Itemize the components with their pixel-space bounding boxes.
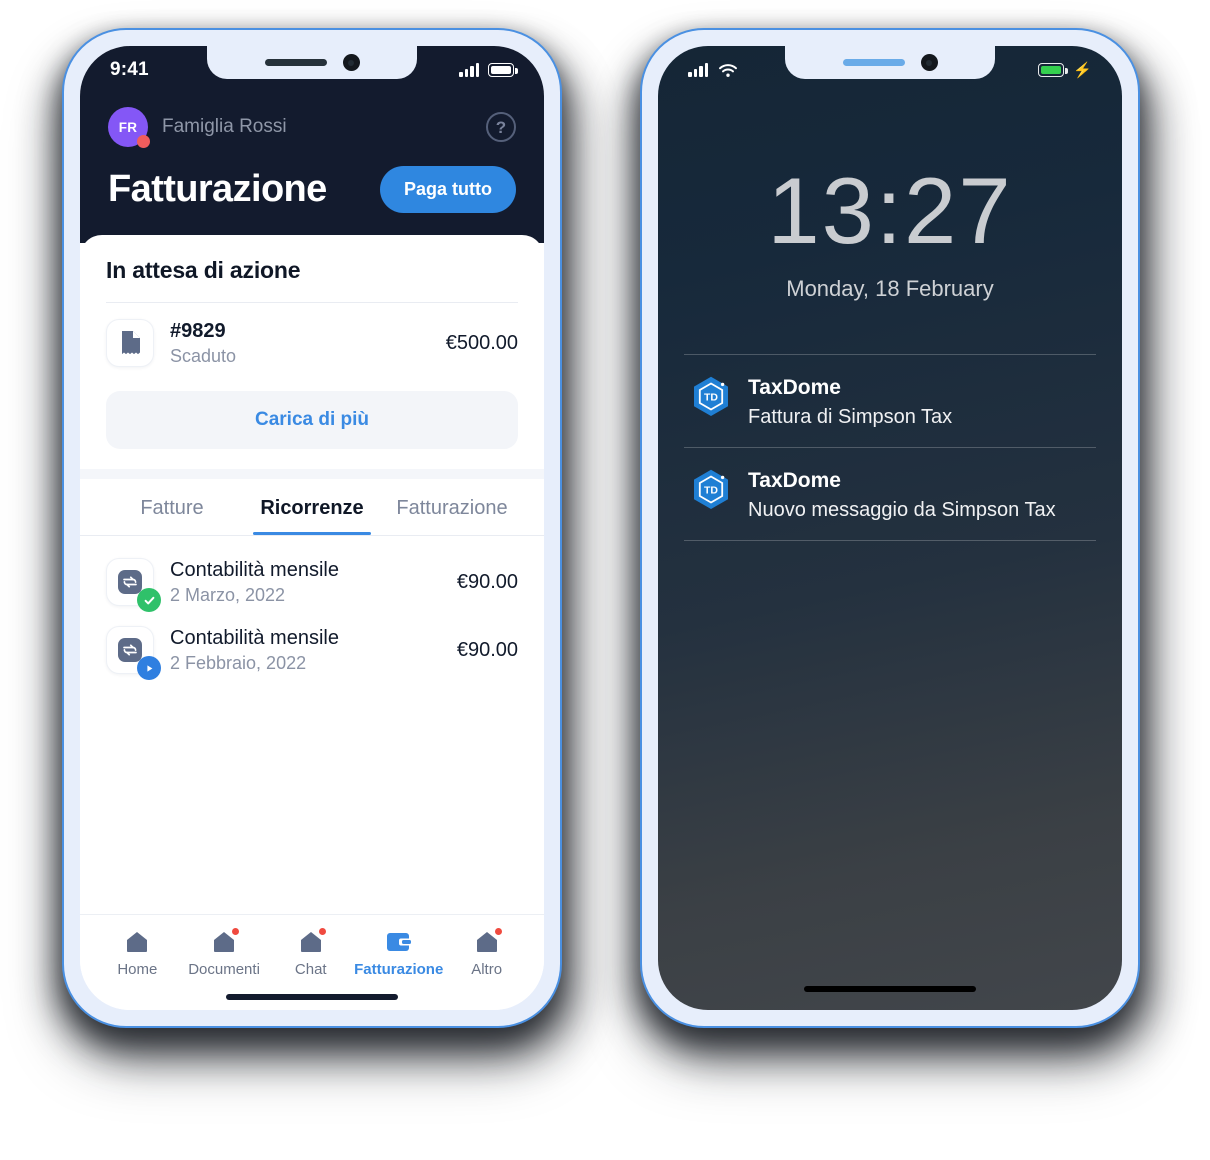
list-item[interactable]: Contabilità mensile 2 Febbraio, 2022 €90… — [106, 616, 518, 684]
home-indicator[interactable] — [804, 986, 976, 992]
tab-ricorrenze[interactable]: Ricorrenze — [242, 479, 382, 535]
right-phone-screen: ⚡ 13:27 Monday, 18 February TD TaxDome F… — [658, 46, 1122, 1010]
documents-icon — [209, 928, 240, 955]
notification-list: TD TaxDome Fattura di Simpson Tax TD Tax… — [684, 354, 1096, 541]
svg-text:TD: TD — [704, 485, 718, 497]
check-badge — [137, 588, 161, 612]
speaker-icon — [842, 59, 905, 66]
nav-item-home[interactable]: Home — [94, 929, 181, 978]
play-badge — [137, 656, 161, 680]
avatar-initials: FR — [118, 119, 138, 135]
left-phone-screen: 9:41 FR Famiglia Rossi ? Fatturazione Pa… — [80, 46, 544, 1010]
pay-all-button[interactable]: Paga tutto — [380, 166, 516, 213]
lock-date: Monday, 18 February — [786, 276, 994, 301]
list-item[interactable]: Contabilità mensile 2 Marzo, 2022 €90.00 — [106, 548, 518, 616]
notification-app-name: TaxDome — [748, 469, 841, 492]
invoice-status: Scaduto — [170, 345, 237, 366]
load-more-button[interactable]: Carica di più — [106, 391, 518, 449]
recurring-date: 2 Febbraio, 2022 — [170, 652, 307, 673]
nav-label: Documenti — [188, 961, 260, 978]
recurring-list: Contabilità mensile 2 Marzo, 2022 €90.00 — [80, 536, 544, 684]
notification-dot — [494, 928, 502, 935]
notification-app-name: TaxDome — [748, 376, 841, 399]
pending-action-card: In attesa di azione #9829 Scaduto €500.0… — [80, 235, 544, 469]
divider — [684, 540, 1096, 541]
speaker-icon — [264, 59, 327, 66]
notification-item[interactable]: TD TaxDome Nuovo messaggio da Simpson Ta… — [684, 448, 1096, 540]
tab-bar: Fatture Ricorrenze Fatturazione — [80, 479, 544, 535]
status-time: 9:41 — [110, 59, 149, 80]
taxdome-icon: TD — [690, 468, 732, 514]
invoice-number: #9829 — [170, 319, 226, 342]
nav-label: Home — [117, 961, 158, 978]
org-switcher[interactable]: FR Famiglia Rossi — [108, 107, 287, 148]
recurring-name: Contabilità mensile — [170, 626, 339, 649]
pending-section-title: In attesa di azione — [106, 257, 301, 283]
nav-item-fatturazione[interactable]: Fatturazione — [354, 929, 443, 978]
tab-fatturazione[interactable]: Fatturazione — [382, 479, 522, 535]
home-indicator[interactable] — [226, 994, 398, 1000]
tab-fatture[interactable]: Fatture — [102, 479, 242, 535]
home-icon — [122, 929, 152, 955]
front-camera-icon — [342, 54, 360, 71]
svg-text:TD: TD — [704, 392, 718, 404]
nav-label: Fatturazione — [354, 961, 444, 978]
recurring-amount: €90.00 — [456, 570, 518, 593]
org-name: Famiglia Rossi — [162, 116, 287, 137]
section-gap — [80, 469, 544, 479]
nav-label: Altro — [471, 961, 503, 978]
signal-bars-icon — [688, 62, 708, 77]
notch — [785, 46, 995, 79]
recurring-name: Contabilità mensile — [170, 558, 339, 581]
notification-message: Fattura di Simpson Tax — [748, 406, 953, 428]
page-title: Fatturazione — [108, 168, 327, 210]
charging-bolt-icon: ⚡ — [1073, 61, 1092, 79]
signal-bars-icon — [459, 62, 479, 77]
invoice-amount: €500.00 — [445, 331, 518, 354]
bottom-navigation: Home Documenti Chat Fatturazione Altro — [80, 914, 544, 1010]
invoice-row[interactable]: #9829 Scaduto €500.00 — [106, 303, 518, 377]
nav-label: Chat — [294, 961, 327, 978]
front-camera-icon — [920, 54, 938, 71]
invoice-document-icon — [106, 319, 154, 367]
notification-dot — [232, 928, 240, 935]
taxdome-icon: TD — [690, 375, 732, 421]
screenshot-stage: 9:41 FR Famiglia Rossi ? Fatturazione Pa… — [0, 0, 1210, 1160]
avatar[interactable]: FR — [108, 107, 150, 148]
phone-mockup-left: 9:41 FR Famiglia Rossi ? Fatturazione Pa… — [62, 28, 562, 1028]
recurring-amount: €90.00 — [456, 638, 518, 661]
more-icon — [472, 928, 502, 955]
battery-charging-icon — [1038, 63, 1068, 77]
lock-screen: 13:27 Monday, 18 February TD TaxDome Fat… — [658, 46, 1122, 1010]
notification-message: Nuovo messaggio da Simpson Tax — [748, 499, 1056, 521]
wifi-icon — [719, 63, 737, 77]
recurring-arrows-icon — [106, 558, 161, 612]
recurring-date: 2 Marzo, 2022 — [170, 584, 286, 605]
avatar-notification-dot — [137, 135, 150, 148]
nav-item-altro[interactable]: Altro — [443, 928, 530, 978]
battery-icon — [488, 63, 518, 77]
chat-icon — [296, 928, 326, 955]
recurring-arrows-icon — [106, 626, 161, 680]
help-circle-icon[interactable]: ? — [486, 112, 516, 142]
phone-mockup-right: ⚡ 13:27 Monday, 18 February TD TaxDome F… — [640, 28, 1140, 1028]
nav-item-documenti[interactable]: Documenti — [181, 928, 268, 978]
wallet-icon — [384, 929, 414, 955]
notification-dot — [318, 928, 326, 935]
notch — [207, 46, 417, 79]
notification-item[interactable]: TD TaxDome Fattura di Simpson Tax — [684, 355, 1096, 447]
nav-item-chat[interactable]: Chat — [267, 928, 354, 978]
